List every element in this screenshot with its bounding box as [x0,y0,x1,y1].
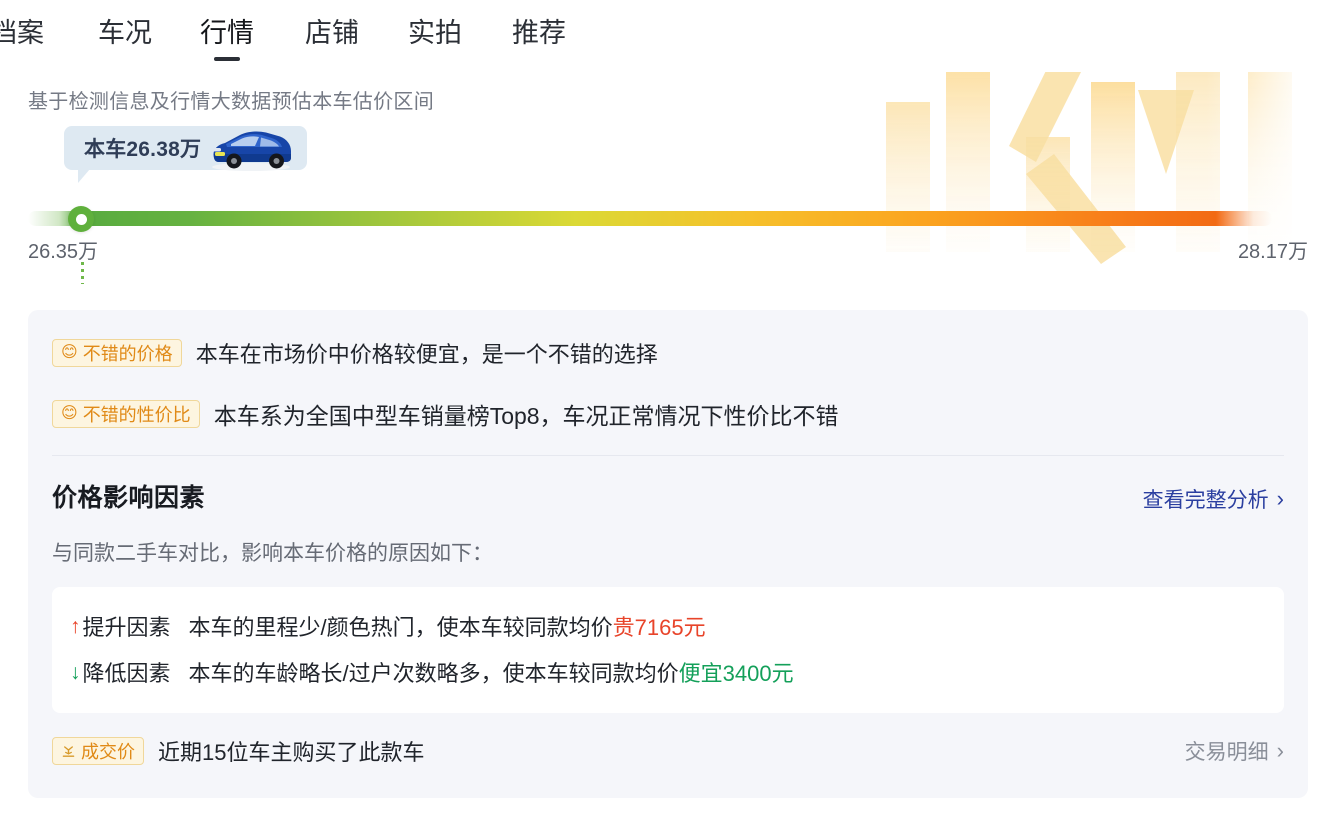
section-subtitle: 与同款二手车对比，影响本车价格的原因如下： [52,542,493,565]
market-analysis-card: 😊 不错的价格 本车在市场价中价格较便宜，是一个不错的选择 😊 不错的性价比 本… [28,310,1308,798]
chevron-right-icon: › [1276,738,1284,763]
tab-label: 推荐 [512,18,566,48]
top-tab-bar: 档案 车况 行情 店铺 实拍 推荐 [0,0,1336,72]
factor-row-decrease: ↓ 降低因素 本车的车龄略长/过户次数略多，使本车较同款均价 便宜3400元 [52,649,1284,695]
card-divider [52,455,1284,456]
chip-good-price: 😊 不错的价格 [52,339,182,367]
tab-5[interactable]: 推荐 [512,20,566,53]
view-full-analysis-label: 查看完整分析 [1142,489,1269,512]
chevron-right-icon: › [1276,486,1284,511]
deal-price-left: 成交价 近期15位车主购买了此款车 [52,735,424,767]
chip-good-value-label: 不错的性价比 [82,405,191,425]
chip-good-value: 😊 不错的性价比 [52,400,200,428]
factor-row-increase: ↑ 提升因素 本车的里程少/颜色热门，使本车较同款均价 贵7165元 [52,603,1284,649]
price-factors-box: ↑ 提升因素 本车的里程少/颜色热门，使本车较同款均价 贵7165元 ↓ 降低因… [52,587,1284,713]
tab-label: 实拍 [408,18,462,48]
view-full-analysis-link[interactable]: 查看完整分析 › [1143,484,1284,514]
range-min-label: 26.35万 [28,241,99,263]
current-price-label: 本车26.38万 [84,138,202,161]
tab-label: 行情 [200,18,254,48]
factor-decrease-name: 降低因素 [82,661,171,686]
transaction-details-label: 交易明细 [1184,741,1269,764]
tagline-price-desc: 本车在市场价中价格较便宜，是一个不错的选择 [195,342,658,367]
tab-label: 档案 [0,18,44,48]
price-marker-knob[interactable] [68,206,94,232]
tab-label: 店铺 [305,18,359,48]
marker-connector-line [81,262,84,284]
factor-increase-amount: 贵7165元 [612,615,706,640]
tab-2[interactable]: 行情 [200,18,254,61]
tagline-row-price: 😊 不错的价格 本车在市场价中价格较便宜，是一个不错的选择 [52,310,1308,369]
tooltip-pointer [78,169,90,183]
tagline-row-value: 😊 不错的性价比 本车系为全国中型车销量榜Top8，车况正常情况下性价比不错 [52,369,1308,431]
factor-decrease-amount: 便宜3400元 [678,661,794,686]
arrow-up-icon: ↑ [70,614,81,638]
arrow-down-icon: ↓ [70,660,81,684]
estimate-subtitle: 基于检测信息及行情大数据预估本车估价区间 [28,91,434,113]
current-price-tooltip: 本车26.38万 [64,126,308,183]
deal-price-text: 近期15位车主购买了此款车 [158,740,425,765]
tab-label: 车况 [98,18,152,48]
tagline-value-desc: 本车系为全国中型车销量榜Top8，车况正常情况下性价比不错 [213,403,839,429]
tab-3[interactable]: 店铺 [305,20,359,53]
price-factors-header: 价格影响因素 查看完整分析 › [52,478,1284,514]
factor-increase-desc: 本车的里程少/颜色热门，使本车较同款均价 [188,615,613,640]
factor-increase-name: 提升因素 [82,615,171,640]
section-title: 价格影响因素 [52,484,206,512]
tab-0[interactable]: 档案 [0,20,44,53]
active-tab-underline [214,57,240,61]
transaction-details-link[interactable]: 交易明细 › [1185,736,1284,766]
price-range-gradient-bar[interactable] [28,211,1272,226]
chip-deal-price: 成交价 [52,737,144,765]
handshake-icon [62,745,75,757]
tab-4[interactable]: 实拍 [408,20,462,53]
tab-1[interactable]: 车况 [98,20,152,53]
chip-deal-price-label: 成交价 [81,742,135,762]
blue-sedan-icon [212,131,292,171]
price-estimate-section: 基于检测信息及行情大数据预估本车估价区间 本车26.38万 26.35万 28.… [0,72,1336,297]
range-max-label: 28.17万 [1237,241,1308,263]
deal-price-row: 成交价 近期15位车主购买了此款车 交易明细 › [52,735,1284,767]
factor-decrease-desc: 本车的车龄略长/过户次数略多，使本车较同款均价 [188,661,679,686]
chip-good-price-label: 不错的价格 [82,344,173,364]
smiley-face-icon: 😊 [61,344,78,361]
smiley-face-icon: 😊 [61,405,78,422]
